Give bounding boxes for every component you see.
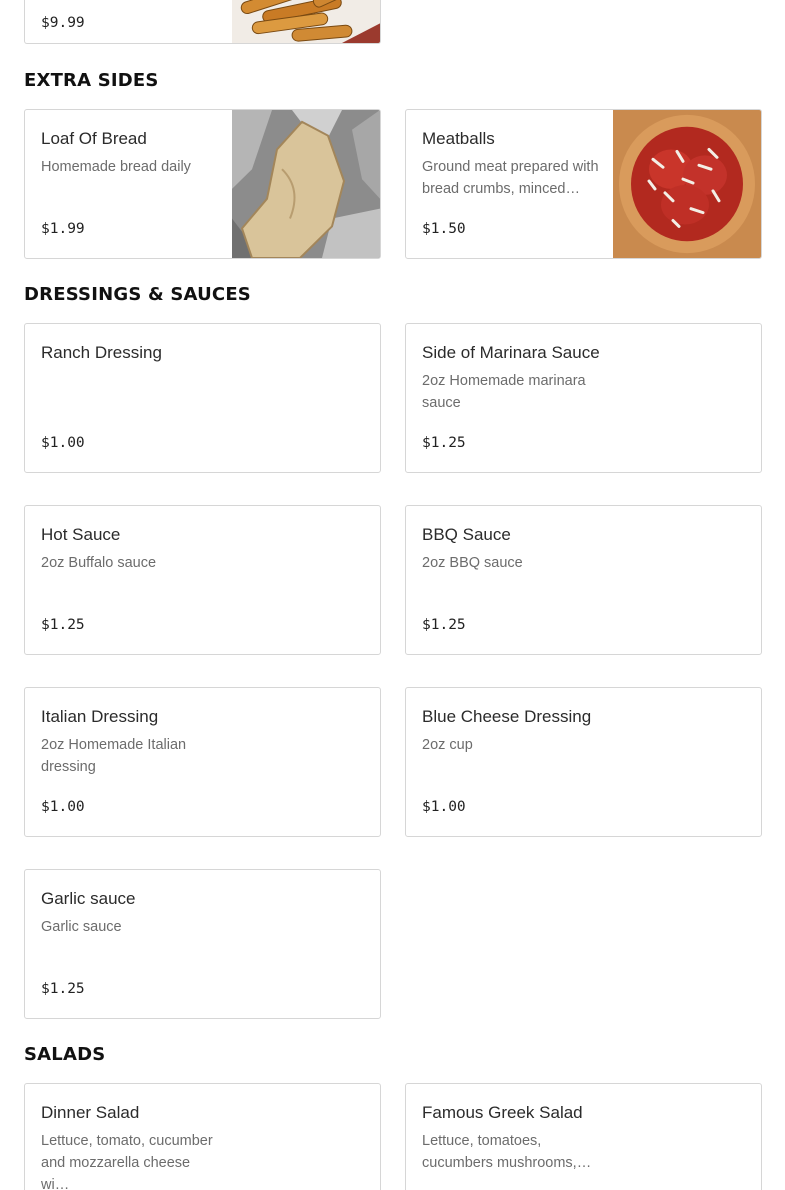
item-description: Garlic sauce [41,919,122,935]
item-name: Loaf Of Bread [41,129,147,148]
item-description: Ground meat prepared with bread crumbs, … [422,159,599,197]
item-price: $1.25 [41,617,85,633]
meatballs-photo [613,110,761,258]
menu-item-card[interactable]: BBQ Sauce 2oz BBQ sauce $1.25 [405,505,762,655]
item-price: $1.25 [422,617,466,633]
menu-item-card[interactable]: Garlic sauce Garlic sauce $1.25 [24,869,381,1019]
menu-item-card[interactable]: Side of Marinara Sauce 2oz Homemade mari… [405,323,762,473]
menu-item-card[interactable]: Ranch Dressing $1.00 [24,323,381,473]
item-name: Ranch Dressing [41,343,162,362]
item-description: 2oz Homemade Italian dressing [41,737,187,775]
menu-item-card[interactable]: Famous Greek Salad Lettuce, tomatoes, cu… [405,1083,762,1190]
item-description: Lettuce, tomato, cucumber and mozzarella… [41,1133,213,1190]
item-price: $1.00 [422,799,466,815]
menu-item-card[interactable]: Blue Cheese Dressing 2oz cup $1.00 [405,687,762,837]
menu-item-card[interactable]: $9.99 [24,0,381,44]
item-name: Side of Marinara Sauce [422,343,600,362]
item-price: $1.00 [41,435,85,451]
item-price: $9.99 [41,15,85,31]
item-name: Dinner Salad [41,1103,140,1122]
item-name: Blue Cheese Dressing [422,707,592,726]
menu-item-card[interactable]: Meatballs Ground meat prepared with brea… [405,109,762,259]
item-price: $1.00 [41,799,85,815]
item-name: BBQ Sauce [422,525,511,544]
item-description: 2oz Homemade marinara sauce [422,373,586,411]
item-description: 2oz Buffalo sauce [41,555,157,571]
section-title-salads: SALADS [24,1044,106,1065]
item-name: Hot Sauce [41,525,121,544]
section-title-extra-sides: EXTRA SIDES [24,70,159,91]
menu-item-card[interactable]: Italian Dressing 2oz Homemade Italian dr… [24,687,381,837]
item-price: $1.99 [41,221,85,237]
menu-item-card[interactable]: Loaf Of Bread Homemade bread daily $1.99 [24,109,381,259]
fried-sticks-photo [232,0,380,43]
section-title-dressings-sauces: DRESSINGS & SAUCES [24,284,251,305]
item-description: Homemade bread daily [41,159,191,175]
item-name: Italian Dressing [41,707,159,726]
menu-item-card[interactable]: Dinner Salad Lettuce, tomato, cucumber a… [24,1083,381,1190]
item-description: 2oz BBQ sauce [422,555,523,571]
item-price: $1.25 [41,981,85,997]
item-price: $1.50 [422,221,466,237]
item-name: Garlic sauce [41,889,136,908]
item-price: $1.25 [422,435,466,451]
item-name: Meatballs [422,129,495,148]
item-name: Famous Greek Salad [422,1103,583,1122]
item-description: Lettuce, tomatoes, cucumbers mushrooms,… [422,1133,592,1171]
menu-item-card[interactable]: Hot Sauce 2oz Buffalo sauce $1.25 [24,505,381,655]
bread-photo [232,110,380,258]
item-description: 2oz cup [422,737,473,753]
